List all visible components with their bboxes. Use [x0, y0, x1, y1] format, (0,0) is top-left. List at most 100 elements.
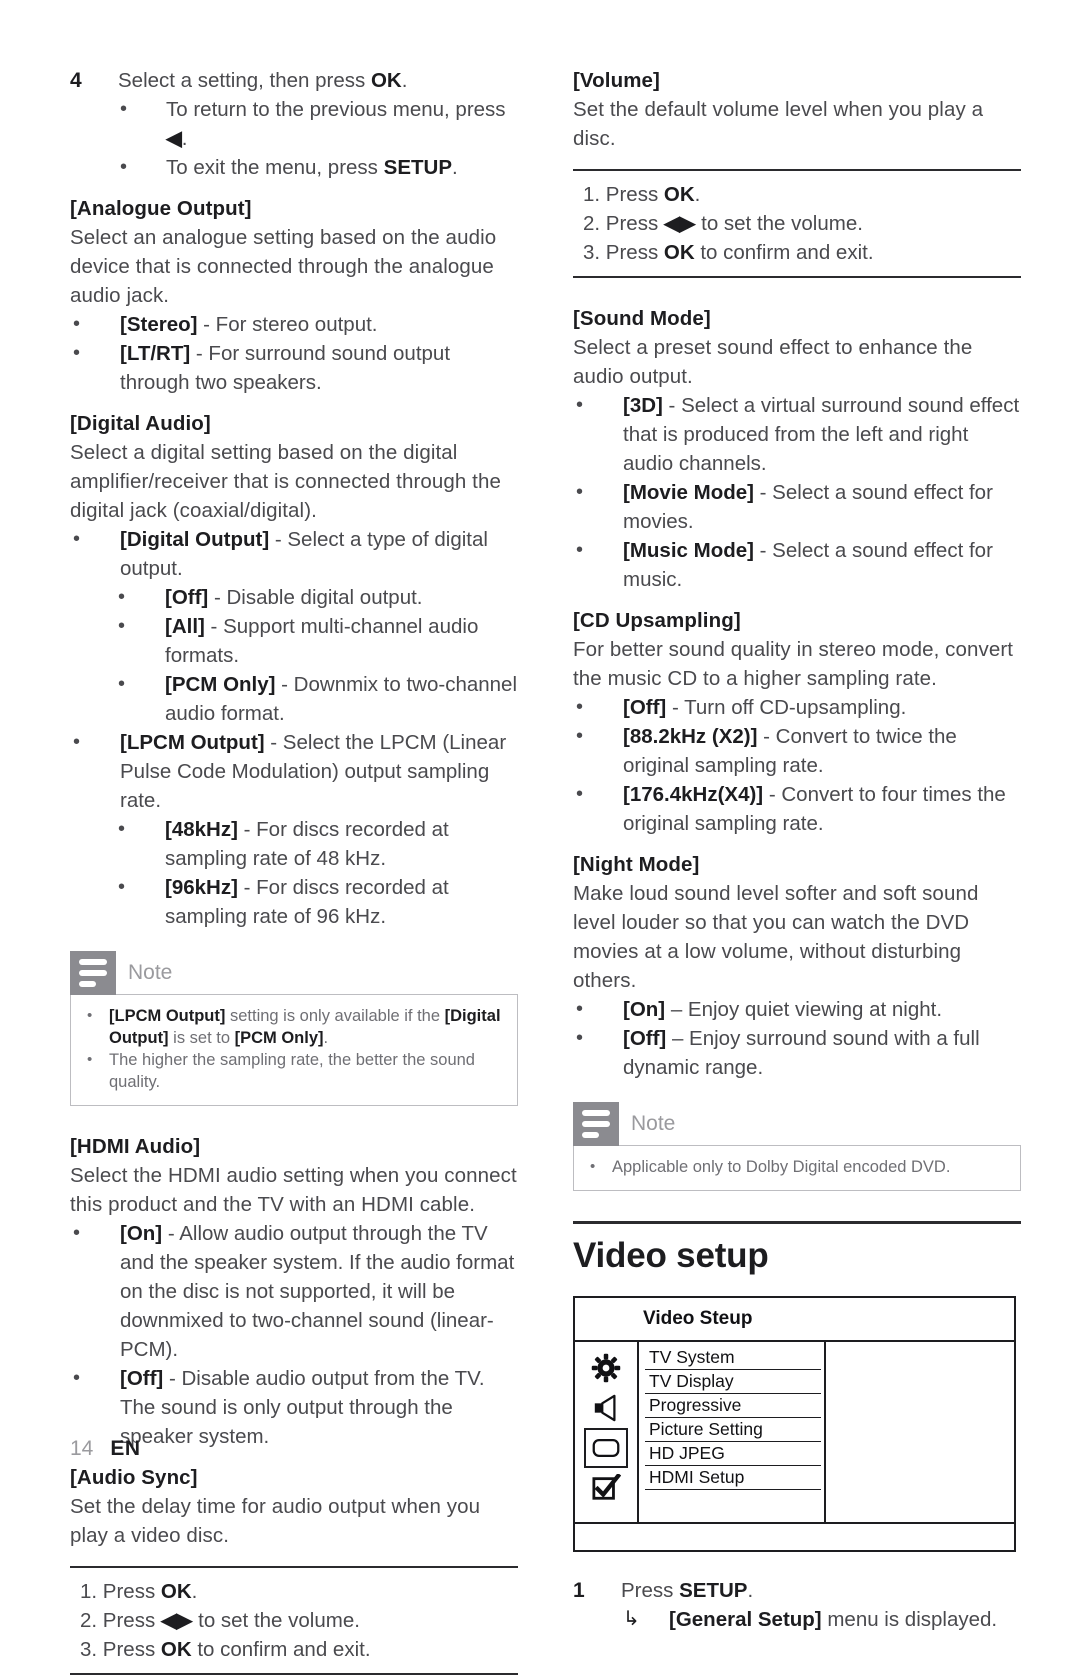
bullet-dot-icon: • — [576, 394, 584, 416]
bullet-dot-icon: • — [87, 1007, 93, 1024]
body-volume: Set the default volume level when you pl… — [573, 98, 984, 150]
heading-night-mode: [Night Mode] — [573, 853, 700, 876]
bullet-dot-icon: • — [590, 1158, 596, 1175]
list-item: • To exit the menu, press SETUP. — [70, 153, 518, 182]
list-item: • [Music Mode] - Select a sound effect fo… — [573, 536, 1021, 594]
procedure-step: 1. Press OK. — [583, 183, 701, 206]
bullet-dot-icon: • — [118, 586, 126, 608]
note-lines-icon — [70, 951, 116, 995]
note-items: • Applicable only to Dolby Digital encode… — [586, 1156, 1008, 1178]
procedure-step: 3. Press OK to confirm and exit. — [80, 1638, 371, 1661]
bullet-dot-icon: • — [73, 1367, 81, 1389]
body-audio-sync: Set the delay time for audio output when… — [70, 1495, 481, 1547]
bullet-dot-icon: • — [73, 1222, 81, 1244]
body-analogue-output: Select an analogue setting based on the … — [70, 226, 497, 307]
heading-audio-sync: [Audio Sync] — [70, 1466, 198, 1489]
list-item: • [96kHz] - For discs recorded at samplin… — [115, 873, 518, 931]
result-arrow-icon: ↳ — [623, 1608, 640, 1630]
night-mode-options: • [On] – Enjoy quiet viewing at night. •[… — [573, 995, 1021, 1082]
list-item: • [Off] - Disable digital output. — [115, 583, 518, 612]
cd-upsampling-options: • [Off] - Turn off CD-upsampling. • [88.2k… — [573, 693, 1021, 838]
gear-icon[interactable] — [584, 1348, 628, 1388]
checkbox-check-icon[interactable] — [584, 1468, 628, 1508]
page-footer: 14 EN — [70, 1437, 141, 1461]
note-body: • Applicable only to Dolby Digital encode… — [573, 1145, 1021, 1191]
list-item: • To return to the previous menu, press ◀… — [70, 95, 518, 153]
step-1-result: ↳ [General Setup] menu is displayed. — [573, 1605, 1021, 1634]
step-4-number: 4 — [70, 69, 82, 92]
hdmi-audio-options: • [On] - Allow audio output through the T… — [70, 1219, 518, 1451]
list-item: • [On] - Allow audio output through the T… — [70, 1219, 518, 1364]
left-column: 4 Select a setting, then press OK. • To r… — [70, 66, 518, 1675]
body-digital-audio: Select a digital setting based on the di… — [70, 441, 501, 522]
bullet-dot-icon: • — [576, 783, 584, 805]
list-item: • [LPCM Output] - Select the LPCM (Linear… — [70, 728, 518, 815]
list-item: • [Digital Output] - Select a type of dig… — [70, 525, 518, 583]
left-right-arrow-glyph-icon: ◀▶ — [663, 212, 696, 235]
list-item: • [3D] - Select a virtual surround sound … — [573, 391, 1021, 478]
list-item: • [PCM Only] - Downmix to two-channel aud… — [115, 670, 518, 728]
osd-menu-item-hd-jpeg[interactable]: HD JPEG — [645, 1442, 821, 1466]
note-box-dolby: Note • Applicable only to Dolby Digital e… — [573, 1102, 1021, 1191]
list-item: • [On] – Enjoy quiet viewing at night. — [573, 995, 1021, 1024]
bullet-dot-icon: • — [118, 818, 126, 840]
procedure-step: 2. Press ◀▶ to set the volume. — [583, 212, 863, 235]
list-item: • [Off] – Enjoy surround sound with a ful… — [573, 1024, 1021, 1082]
bullet-dot-icon: • — [576, 539, 584, 561]
note-title: Note — [128, 961, 173, 984]
osd-title-text: Video Steup — [643, 1308, 753, 1329]
digital-output-suboptions: • [Off] - Disable digital output. • [All] … — [115, 583, 518, 728]
list-item: • [176.4kHz(X4)] - Convert to four times … — [573, 780, 1021, 838]
bullet-dot-icon: • — [576, 696, 584, 718]
osd-menu-item-progressive[interactable]: Progressive — [645, 1394, 821, 1418]
digital-audio-options: • [Digital Output] - Select a type of dig… — [70, 525, 518, 583]
left-right-arrow-glyph-icon: ◀▶ — [160, 1609, 193, 1632]
setup-key-label: SETUP — [383, 156, 452, 179]
setup-key-label: SETUP — [679, 1579, 748, 1602]
osd-value-panel — [826, 1342, 1014, 1522]
osd-title-bar: Video Steup — [575, 1298, 1014, 1342]
list-item: • [88.2kHz (X2)] - Convert to twice the o… — [573, 722, 1021, 780]
body-hdmi-audio: Select the HDMI audio setting when you c… — [70, 1164, 517, 1216]
bullet-dot-icon: • — [576, 998, 584, 1020]
note-header: Note — [573, 1102, 1021, 1146]
step-1-number: 1 — [573, 1579, 585, 1602]
list-item: • [Off] - Turn off CD-upsampling. — [573, 693, 1021, 722]
bullet-dot-icon: • — [73, 731, 81, 753]
note-box-lpcm: Note • [LPCM Output] setting is only avai… — [70, 951, 518, 1106]
step-4-bullets: • To return to the previous menu, press ◀… — [70, 95, 518, 182]
bullet-dot-icon: • — [576, 481, 584, 503]
osd-menu-list: TV System TV Display Progressive Picture… — [639, 1342, 826, 1522]
bullet-dot-icon: • — [118, 615, 126, 637]
section-divider — [573, 1221, 1021, 1224]
bullet-dot-icon: • — [73, 342, 81, 364]
heading-analogue-output: [Analogue Output] — [70, 197, 252, 220]
list-item: • The higher the sampling rate, the bette… — [87, 1051, 475, 1091]
tv-display-icon[interactable] — [584, 1428, 628, 1468]
body-night-mode: Make loud sound level softer and soft so… — [573, 882, 979, 992]
osd-menu-item-picture-setting[interactable]: Picture Setting — [645, 1418, 821, 1442]
lpcm-output-option: • [LPCM Output] - Select the LPCM (Linear… — [70, 728, 518, 815]
analogue-output-options: • [Stereo] - For stereo output. • [LT/RT] … — [70, 310, 518, 397]
heading-volume: [Volume] — [573, 69, 660, 92]
bullet-dot-icon: • — [576, 1027, 584, 1049]
audio-sync-procedure: 1. Press OK. 2. Press ◀▶ to set the volu… — [70, 1566, 518, 1675]
speaker-icon[interactable] — [584, 1388, 628, 1428]
step-1: 1 Press SETUP. — [573, 1576, 1021, 1605]
osd-main: TV System TV Display Progressive Picture… — [575, 1342, 1014, 1524]
osd-icon-column — [575, 1342, 639, 1522]
list-item: • [48kHz] - For discs recorded at samplin… — [115, 815, 518, 873]
manual-page: 4 Select a setting, then press OK. • To r… — [0, 0, 1080, 1675]
bullet-dot-icon: • — [120, 156, 128, 178]
list-item: • [LT/RT] - For surround sound output thr… — [70, 339, 518, 397]
osd-menu-item-hdmi-setup[interactable]: HDMI Setup — [645, 1466, 821, 1490]
list-item: • [LPCM Output] setting is only available… — [87, 1007, 501, 1047]
bullet-dot-icon: • — [576, 725, 584, 747]
list-item: • [All] - Support multi-channel audio for… — [115, 612, 518, 670]
procedure-step: 3. Press OK to confirm and exit. — [583, 241, 874, 264]
osd-menu-item-tv-display[interactable]: TV Display — [645, 1370, 821, 1394]
volume-procedure: 1. Press OK. 2. Press ◀▶ to set the volu… — [573, 169, 1021, 278]
osd-menu-item-tv-system[interactable]: TV System — [645, 1346, 821, 1370]
note-items: • [LPCM Output] setting is only available… — [83, 1005, 505, 1093]
note-header: Note — [70, 951, 518, 995]
